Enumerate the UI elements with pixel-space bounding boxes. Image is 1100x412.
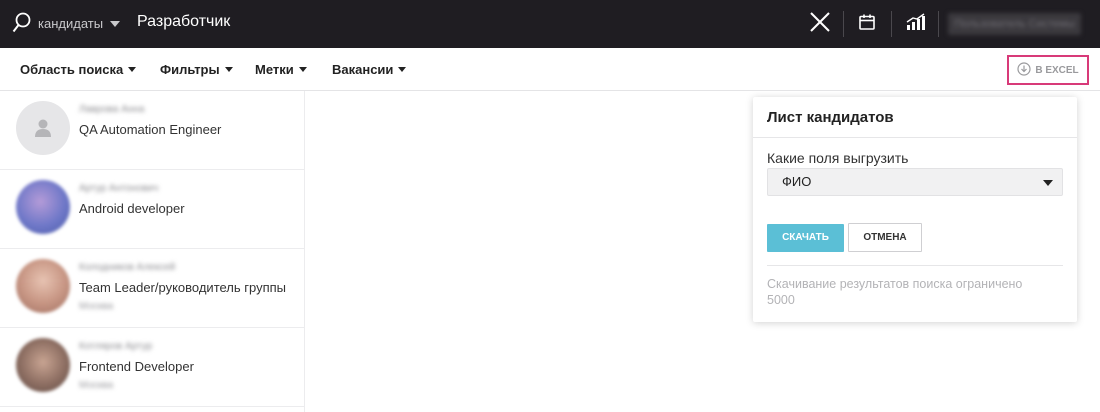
search-scope-label: кандидаты [38, 16, 104, 31]
calendar-button[interactable] [856, 0, 878, 48]
filter-vacancies-label: Вакансии [332, 62, 394, 77]
filter-filters-label: Фильтры [160, 62, 220, 77]
fields-select-value: ФИО [782, 174, 812, 189]
list-item[interactable]: Котляров Артур Frontend Developer Москва [0, 328, 305, 407]
filter-filters-dropdown[interactable]: Фильтры [160, 62, 233, 77]
export-panel: Лист кандидатов Какие поля выгрузить ФИО… [753, 97, 1077, 322]
candidate-name: Артур Антонович [79, 183, 159, 194]
avatar [16, 259, 70, 313]
chevron-down-icon [398, 67, 407, 72]
stats-icon [905, 12, 927, 36]
search-query[interactable]: Разработчик [137, 13, 230, 31]
candidate-list: Лаврова Анна QA Automation Engineer Арту… [0, 91, 305, 412]
stats-button[interactable] [903, 0, 929, 48]
filter-area-dropdown[interactable]: Область поиска [20, 62, 137, 77]
chevron-down-icon [110, 20, 121, 27]
candidate-location: Москва [79, 301, 114, 312]
close-search-button[interactable] [806, 0, 834, 48]
divider [938, 11, 939, 37]
candidate-name: Котляров Артур [79, 341, 153, 352]
limit-note: Скачивание результатов поиска ограничено… [767, 277, 1023, 307]
filter-area-label: Область поиска [20, 62, 124, 77]
search-scope-dropdown[interactable]: кандидаты [38, 16, 121, 31]
divider [891, 11, 892, 37]
divider [843, 11, 844, 37]
top-bar: кандидаты Разработчик Пользователь Систе… [0, 0, 1100, 48]
candidate-location: Москва [79, 380, 114, 391]
candidate-name: Колодников Алексей [79, 262, 176, 273]
list-item[interactable]: Лаврова Анна QA Automation Engineer [0, 91, 305, 170]
avatar [16, 338, 70, 392]
panel-title: Лист кандидатов [767, 109, 894, 126]
candidate-name: Лаврова Анна [79, 104, 145, 115]
filter-bar: Область поиска Фильтры Метки Вакансии [0, 48, 1100, 91]
close-icon [810, 11, 830, 37]
person-icon [35, 119, 51, 137]
search-icon[interactable] [12, 12, 32, 34]
chevron-down-icon [128, 67, 137, 72]
fields-select[interactable]: ФИО [767, 168, 1063, 196]
chevron-down-icon [1043, 180, 1053, 186]
divider [767, 265, 1063, 266]
download-icon [1017, 61, 1031, 79]
chevron-down-icon [224, 67, 233, 72]
filter-tags-label: Метки [255, 62, 294, 77]
filter-vacancies-dropdown[interactable]: Вакансии [332, 62, 407, 77]
candidate-title: QA Automation Engineer [79, 122, 222, 137]
fields-label: Какие поля выгрузить [767, 150, 909, 166]
candidate-title: Frontend Developer [79, 359, 194, 374]
filter-tags-dropdown[interactable]: Метки [255, 62, 307, 77]
export-excel-button[interactable]: В EXCEL [1007, 55, 1089, 85]
avatar [16, 101, 70, 155]
list-item[interactable]: Колодников Алексей Team Leader/руководит… [0, 249, 305, 328]
divider [753, 137, 1077, 138]
list-item[interactable]: Артур Антонович Android developer [0, 170, 305, 249]
download-button[interactable]: СКАЧАТЬ [767, 224, 844, 252]
export-excel-label: В EXCEL [1035, 64, 1079, 76]
calendar-icon [858, 13, 876, 36]
candidate-title: Team Leader/руководитель группы [79, 280, 287, 295]
user-menu[interactable]: Пользователь Системы [948, 13, 1081, 35]
cancel-button[interactable]: ОТМЕНА [848, 223, 922, 252]
avatar [16, 180, 70, 234]
candidate-title: Android developer [79, 201, 185, 216]
chevron-down-icon [298, 67, 307, 72]
